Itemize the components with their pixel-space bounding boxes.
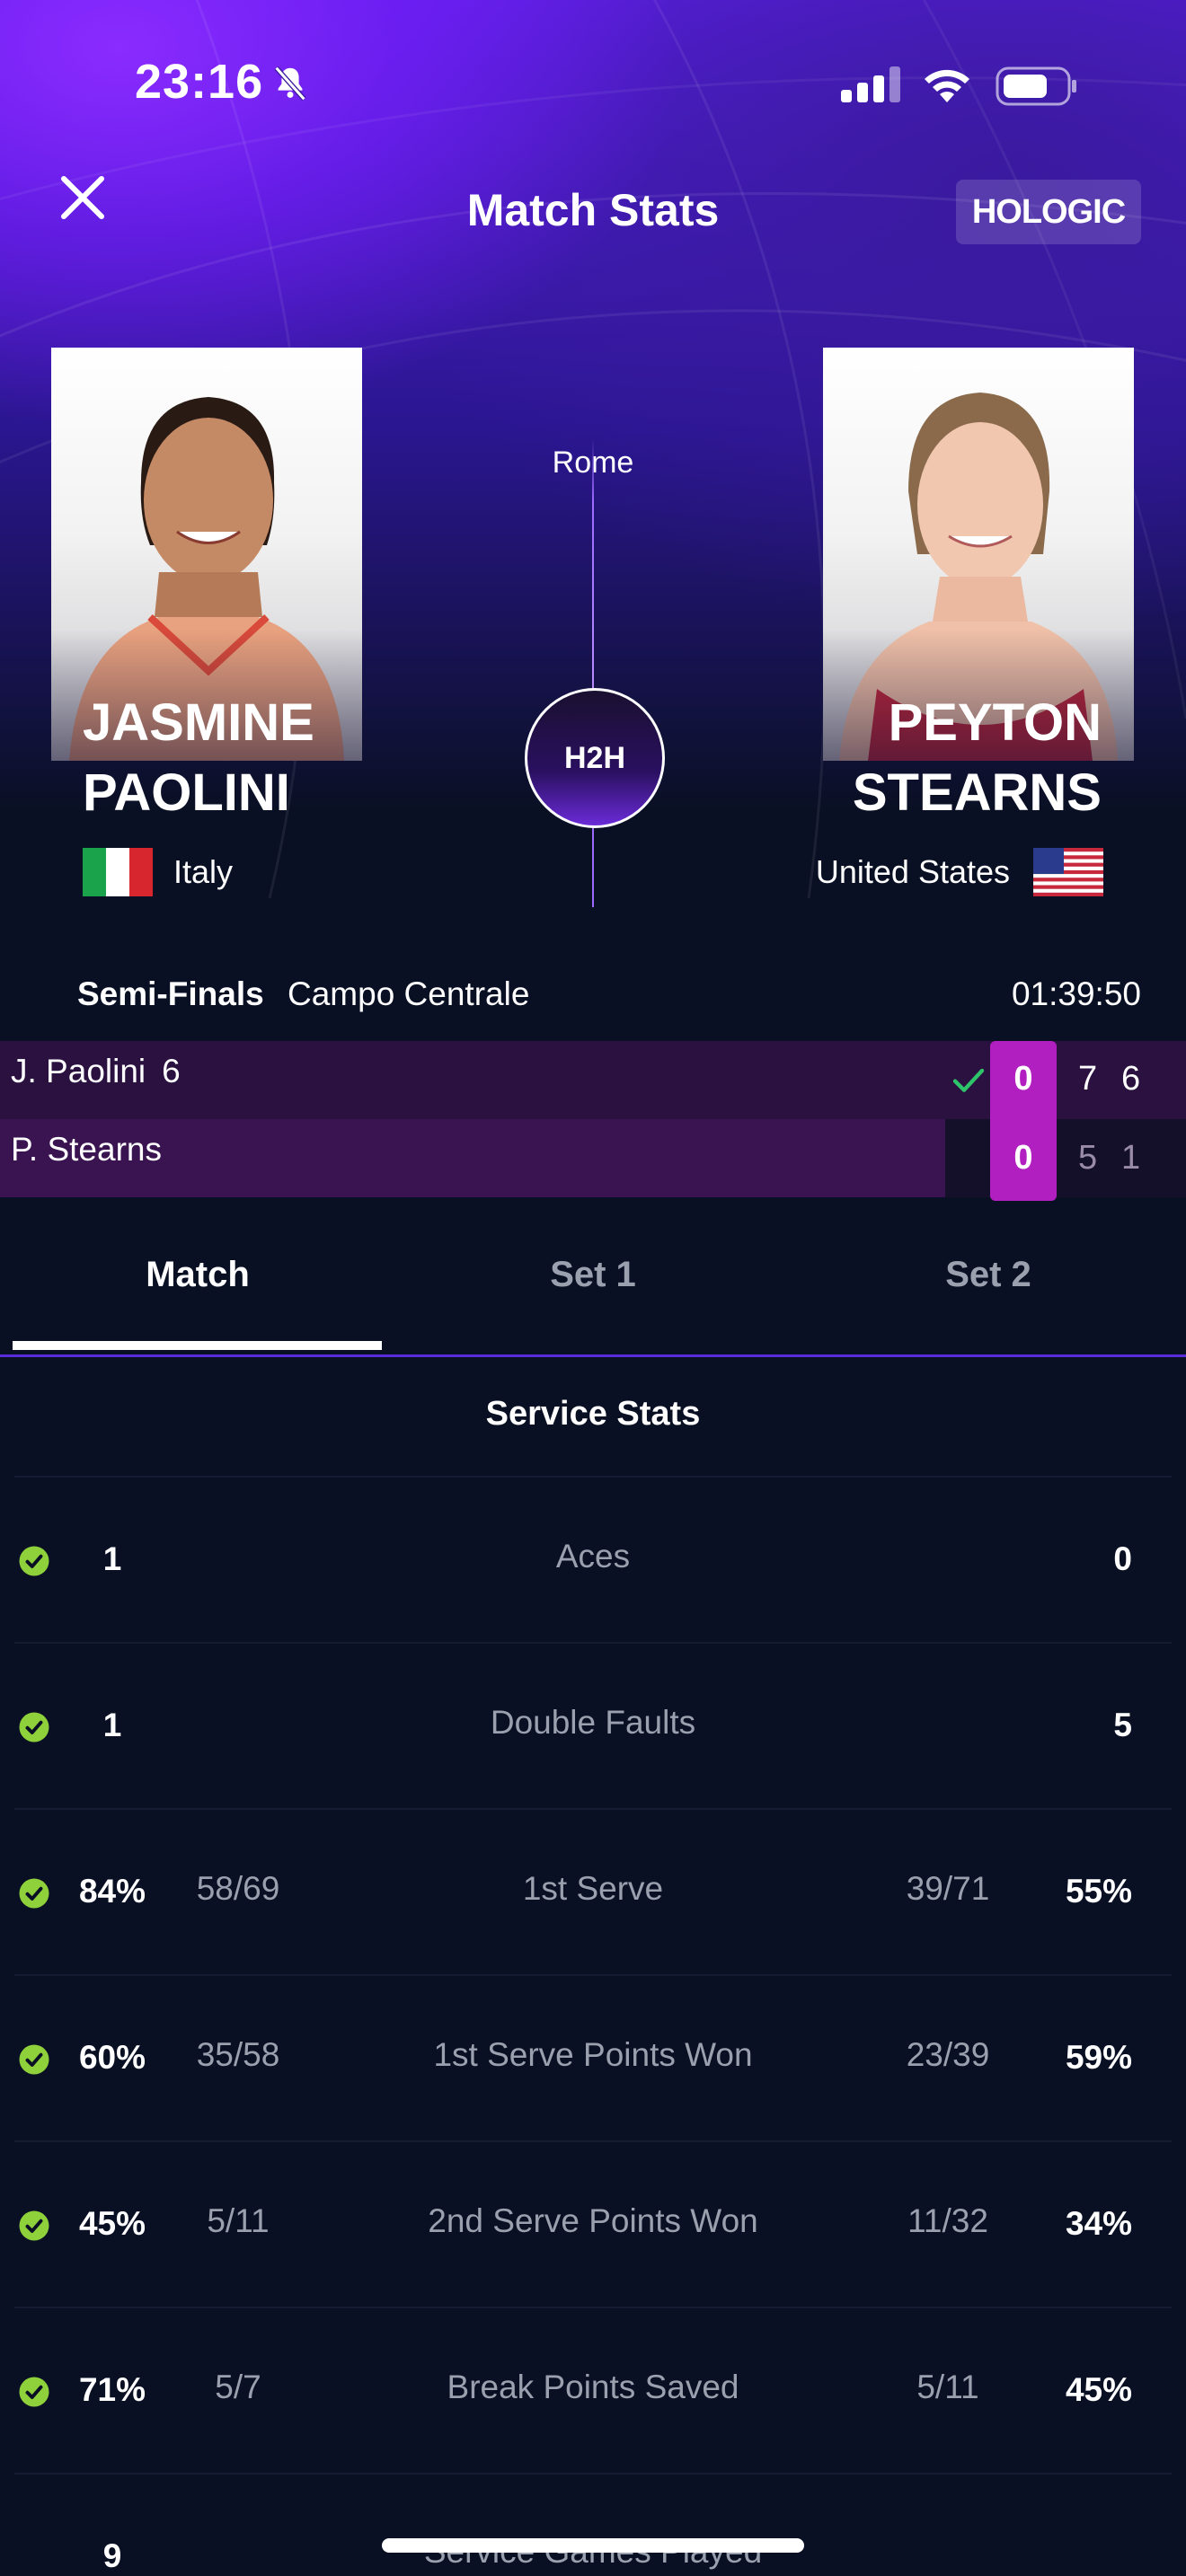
check-circle-icon	[19, 2377, 49, 2407]
stat-left-value: 1	[102, 1707, 122, 1743]
stat-left-fraction: 5/11	[207, 2202, 270, 2239]
stat-left-value: 84%	[78, 1873, 146, 1910]
player-first-name: Jasmine	[83, 693, 314, 752]
stat-right-fraction: 5/11	[916, 2369, 979, 2405]
active-tab-indicator	[13, 1341, 382, 1350]
stat-label: 1st Serve	[522, 1870, 664, 1907]
player-first-name: Peyton	[888, 693, 1102, 752]
italy-flag-icon	[83, 848, 153, 896]
row-divider	[14, 1642, 1172, 1644]
stat-right-fraction: 23/39	[906, 2036, 990, 2073]
player-last-name: Paolini	[83, 763, 290, 822]
check-circle-icon	[19, 2210, 49, 2241]
cellular-signal-icon	[841, 66, 900, 102]
set-score: 7	[1078, 1060, 1098, 1098]
check-circle-icon	[19, 1546, 49, 1576]
row-divider	[14, 2307, 1172, 2308]
player-country-right: United States	[815, 853, 1010, 890]
stat-right-value: 5	[1113, 1707, 1132, 1743]
stat-right-fraction: 39/71	[906, 1870, 990, 1907]
center-divider-bottom	[592, 825, 594, 907]
usa-flag-icon	[1033, 848, 1103, 896]
stat-left-value: 9	[102, 2537, 122, 2574]
bell-muted-icon	[274, 66, 306, 101]
player-last-name: Stearns	[852, 763, 1102, 822]
stat-right-value: 55%	[1065, 1873, 1132, 1910]
row-divider	[14, 1974, 1172, 1976]
stat-label: 1st Serve Points Won	[433, 2036, 753, 2073]
row-divider	[14, 2473, 1172, 2475]
set-score: 1	[1121, 1139, 1141, 1177]
current-game-score: 0	[1013, 1139, 1033, 1177]
score-player-name: P. Stearns	[11, 1131, 162, 1168]
battery-icon	[996, 66, 1076, 106]
stat-label: Break Points Saved	[447, 2369, 739, 2405]
match-court: Campo Centrale	[288, 975, 530, 1012]
stat-label: Aces	[555, 1538, 631, 1575]
current-game-score: 0	[1013, 1060, 1033, 1098]
score-cell-backdrop	[945, 1119, 1186, 1197]
stat-right-fraction: 11/32	[907, 2202, 988, 2239]
check-circle-icon	[19, 1712, 49, 1742]
wifi-icon	[925, 69, 969, 102]
stat-left-fraction: 5/7	[215, 2369, 261, 2405]
status-time: 23:16	[135, 55, 264, 109]
match-round: Semi-Finals	[77, 975, 264, 1012]
match-duration: 01:39:50	[1011, 975, 1141, 1012]
stat-right-value: 0	[1113, 1540, 1132, 1577]
tab-set-2[interactable]: Set 2	[791, 1255, 1186, 1295]
home-indicator[interactable]	[382, 2538, 804, 2553]
stat-left-value: 1	[102, 1540, 122, 1577]
stat-left-value: 71%	[78, 2371, 146, 2408]
tab-match[interactable]: Match	[0, 1255, 395, 1295]
row-divider	[14, 1808, 1172, 1810]
stat-right-value: 59%	[1065, 2039, 1132, 2076]
set-score: 6	[1121, 1060, 1141, 1098]
player-name-left: Jasmine Paolini	[83, 688, 314, 828]
player-name-right: Peyton Stearns	[853, 688, 1102, 828]
stat-left-value: 60%	[78, 2039, 146, 2076]
section-title: Service Stats	[485, 1395, 701, 1433]
stat-label: 2nd Serve Points Won	[428, 2202, 758, 2239]
tab-set-1[interactable]: Set 1	[395, 1255, 791, 1295]
stat-left-value: 45%	[78, 2205, 146, 2242]
sponsor-logo[interactable]: HOLOGIC	[956, 180, 1141, 244]
player-country-left: Italy	[173, 853, 234, 890]
tab-divider	[0, 1354, 1186, 1357]
tiebreak-score: 6	[162, 1053, 181, 1090]
set-score: 5	[1078, 1139, 1098, 1177]
stat-right-value: 34%	[1065, 2205, 1132, 2242]
stat-left-fraction: 35/58	[196, 2036, 280, 2073]
stat-left-fraction: 58/69	[196, 1870, 280, 1907]
row-divider	[14, 2140, 1172, 2142]
stat-right-value: 45%	[1065, 2371, 1132, 2408]
center-divider-top	[592, 438, 594, 690]
score-player-name: J. Paolini 6	[11, 1053, 181, 1090]
winner-check-icon	[952, 1068, 985, 1092]
check-circle-icon	[19, 1878, 49, 1909]
row-divider	[14, 1476, 1172, 1478]
stat-label: Double Faults	[490, 1704, 696, 1741]
h2h-button[interactable]: H2H	[525, 688, 665, 828]
check-circle-icon	[19, 2044, 49, 2075]
